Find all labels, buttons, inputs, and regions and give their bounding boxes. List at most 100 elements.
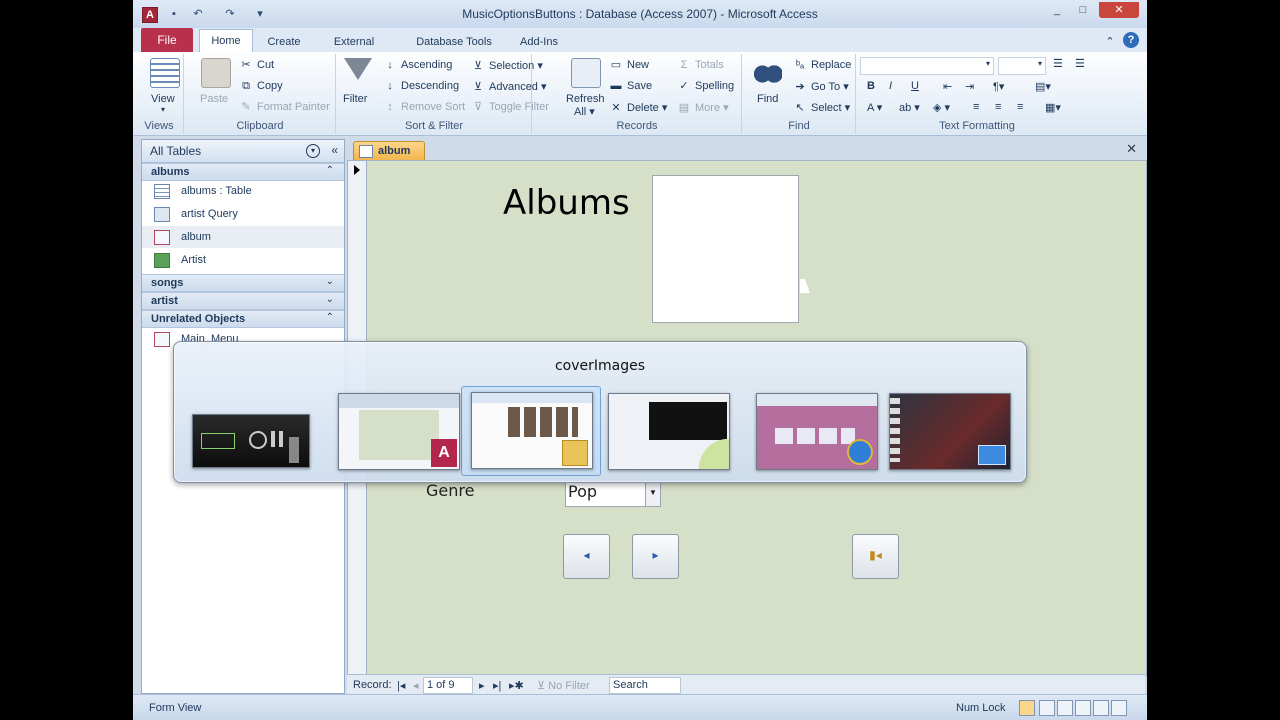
paste-button[interactable]: Paste xyxy=(200,93,228,105)
table-icon xyxy=(154,184,170,199)
fill-color-icon[interactable]: ◈ ▾ xyxy=(933,101,950,114)
layout-view-icon[interactable] xyxy=(1093,700,1109,716)
nav-item-albums-table[interactable]: albums : Table xyxy=(142,180,344,202)
switcher-thumb-explorer[interactable] xyxy=(471,392,593,469)
filter-button[interactable]: Filter xyxy=(343,93,367,105)
group-find: Find ᵇₐ Replace ➔ Go To ▾ ↖ Select ▾ Find xyxy=(743,54,856,134)
cover-image-frame[interactable] xyxy=(652,175,799,323)
collapse-chevron-icon[interactable]: ⌃ xyxy=(326,312,334,323)
outdent-icon[interactable]: ⇥ xyxy=(965,80,974,93)
next-record-icon[interactable]: ▸ xyxy=(479,679,485,692)
prev-record-icon[interactable]: ◂ xyxy=(413,679,419,692)
datasheet-view-icon[interactable] xyxy=(1039,700,1055,716)
delete-record-button[interactable]: ✕ Delete ▾ xyxy=(609,101,667,114)
expand-chevron-icon[interactable]: ⌄ xyxy=(326,294,334,305)
numbering-icon[interactable]: ☰ xyxy=(1075,57,1085,70)
switcher-thumb-media-player[interactable] xyxy=(192,414,310,468)
genre-dropdown-icon[interactable]: ▼ xyxy=(645,482,660,506)
tab-create[interactable]: Create xyxy=(263,32,305,52)
font-name-combo[interactable]: ▾ xyxy=(860,57,994,75)
paragraph-icon[interactable]: ¶▾ xyxy=(993,80,1004,93)
nav-pane-header[interactable]: All Tables ▾ « xyxy=(142,140,344,163)
table-grid-icon[interactable]: ▦▾ xyxy=(1045,101,1061,114)
select-button[interactable]: ↖ Select ▾ xyxy=(793,101,850,114)
nav-item-album-form[interactable]: album xyxy=(142,226,344,248)
search-field[interactable]: Search xyxy=(609,677,681,694)
tab-database-tools[interactable]: Database Tools xyxy=(415,32,493,52)
switcher-thumb-desktop[interactable] xyxy=(889,393,1011,470)
font-color-icon[interactable]: A ▾ xyxy=(867,101,882,114)
nav-item-artist-query[interactable]: artist Query xyxy=(142,203,344,225)
last-record-icon[interactable]: ▸| xyxy=(493,679,501,692)
ascending-button[interactable]: ↓ Ascending xyxy=(383,59,452,71)
first-record-icon[interactable]: |◂ xyxy=(397,679,405,692)
gridlines-icon[interactable]: ▤▾ xyxy=(1035,80,1051,93)
tab-file[interactable]: File xyxy=(141,28,193,52)
font-size-combo[interactable]: ▾ xyxy=(998,57,1046,75)
more-button[interactable]: ▤ More ▾ xyxy=(677,101,729,114)
previous-record-button[interactable]: ◂ xyxy=(563,534,610,579)
bold-button[interactable]: B xyxy=(867,80,875,92)
help-icon[interactable]: ? xyxy=(1123,32,1139,48)
descending-button[interactable]: ↓ Descending xyxy=(383,80,459,92)
goto-button[interactable]: ➔ Go To ▾ xyxy=(793,80,848,93)
tab-external-data[interactable]: External Data xyxy=(321,32,387,68)
new-record-button[interactable]: ▭ New xyxy=(609,59,649,71)
next-record-button[interactable]: ▸ xyxy=(632,534,679,579)
italic-button[interactable]: I xyxy=(889,80,892,92)
bullets-icon[interactable]: ☰ xyxy=(1053,57,1063,70)
save-record-button[interactable]: ▬ Save xyxy=(609,80,653,92)
tab-add-ins[interactable]: Add-Ins xyxy=(517,32,561,52)
no-filter-button[interactable]: ⊻ No Filter xyxy=(537,679,590,692)
close-window-button[interactable]: ✕ xyxy=(1099,2,1139,18)
record-position-field[interactable]: 1 of 9 xyxy=(423,677,473,694)
filter-icon[interactable] xyxy=(344,58,372,80)
switcher-thumb-video[interactable] xyxy=(608,393,730,470)
spelling-button[interactable]: ✓ Spelling xyxy=(677,80,734,92)
remove-sort-button[interactable]: ↕ Remove Sort xyxy=(383,101,465,113)
align-right-icon[interactable]: ≡ xyxy=(1017,101,1023,113)
align-center-icon[interactable]: ≡ xyxy=(995,101,1001,113)
pivot-table-view-icon[interactable] xyxy=(1057,700,1073,716)
switcher-thumb-access[interactable]: A xyxy=(338,393,460,470)
view-dropdown-icon[interactable]: ▾ xyxy=(161,105,165,114)
close-form-button[interactable]: ▮◂ xyxy=(852,534,899,579)
minimize-ribbon-icon[interactable]: ⌃ xyxy=(1103,32,1117,52)
totals-button[interactable]: Σ Totals xyxy=(677,59,724,71)
refresh-all-button[interactable]: Refresh xyxy=(566,93,605,105)
find-button[interactable]: Find xyxy=(757,93,778,105)
view-icon[interactable] xyxy=(150,58,180,88)
maximize-button[interactable]: □ xyxy=(1071,2,1095,18)
switcher-thumb-browser[interactable] xyxy=(756,393,878,470)
collapse-chevron-icon[interactable]: ⌃ xyxy=(326,165,334,176)
nav-item-artist-report[interactable]: Artist xyxy=(142,249,344,271)
genre-combo[interactable]: Pop ▼ xyxy=(565,481,661,507)
align-left-icon[interactable]: ≡ xyxy=(973,101,979,113)
highlight-icon[interactable]: ab ▾ xyxy=(899,101,920,114)
tab-home[interactable]: Home xyxy=(199,29,253,53)
indent-icon[interactable]: ⇤ xyxy=(943,80,952,93)
nav-group-albums[interactable]: albums ⌃ xyxy=(142,163,344,181)
pivot-chart-view-icon[interactable] xyxy=(1075,700,1091,716)
new-record-icon: ▭ xyxy=(610,59,622,72)
doc-tab-album[interactable]: album xyxy=(353,141,425,161)
nav-group-songs[interactable]: songs ⌄ xyxy=(142,274,344,292)
view-button[interactable]: View xyxy=(151,93,175,105)
replace-button[interactable]: ᵇₐ Replace xyxy=(793,59,851,71)
underline-button[interactable]: U xyxy=(911,80,919,92)
shutter-bar-close-icon[interactable]: « xyxy=(331,143,338,157)
expand-chevron-icon[interactable]: ⌄ xyxy=(326,276,334,287)
copy-button[interactable]: ⧉ Copy xyxy=(239,80,283,92)
text-formatting-label: Text Formatting xyxy=(939,120,1015,132)
design-view-icon[interactable] xyxy=(1111,700,1127,716)
minimize-button[interactable]: _ xyxy=(1045,2,1069,18)
cut-button[interactable]: ✂ Cut xyxy=(239,59,274,71)
form-view-icon[interactable] xyxy=(1019,700,1035,716)
nav-pane-menu-icon[interactable]: ▾ xyxy=(306,144,320,158)
close-document-icon[interactable]: ✕ xyxy=(1126,141,1137,157)
format-painter-button[interactable]: ✎ Format Painter xyxy=(239,101,329,113)
new-blank-record-icon[interactable]: ▸✱ xyxy=(509,679,524,692)
nav-item-label: albums : Table xyxy=(181,185,252,197)
nav-group-artist[interactable]: artist ⌄ xyxy=(142,292,344,310)
nav-group-unrelated-objects[interactable]: Unrelated Objects ⌃ xyxy=(142,310,344,328)
